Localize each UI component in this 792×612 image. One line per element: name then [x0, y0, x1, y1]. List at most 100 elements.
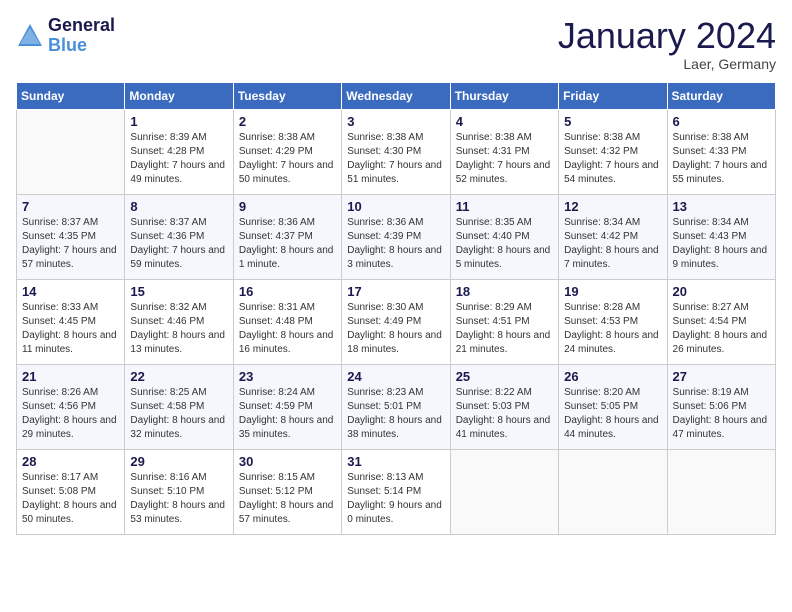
logo-icon [16, 22, 44, 50]
day-number: 9 [239, 199, 336, 214]
day-number: 5 [564, 114, 661, 129]
cell-details: Sunrise: 8:38 AMSunset: 4:33 PMDaylight:… [673, 131, 770, 187]
cell-details: Sunrise: 8:25 AMSunset: 4:58 PMDaylight:… [130, 386, 227, 442]
day-number: 6 [673, 114, 770, 129]
calendar-cell: 30 Sunrise: 8:15 AMSunset: 5:12 PMDayligh… [233, 449, 341, 534]
cell-details: Sunrise: 8:28 AMSunset: 4:53 PMDaylight:… [564, 301, 661, 357]
calendar-cell: 16Sunrise: 8:31 AMSunset: 4:48 PMDayligh… [233, 279, 341, 364]
calendar-cell: 7 Sunrise: 8:37 AMSunset: 4:35 PMDaylight… [17, 194, 125, 279]
cell-details: Sunrise: 8:16 AMSunset: 5:10 PMDaylight:… [130, 471, 227, 527]
calendar-header-row: SundayMondayTuesdayWednesdayThursdayFrid… [17, 82, 776, 109]
day-number: 26 [564, 369, 661, 384]
day-number: 20 [673, 284, 770, 299]
day-number: 22 [130, 369, 227, 384]
day-number: 17 [347, 284, 444, 299]
calendar-cell: 22 Sunrise: 8:25 AMSunset: 4:58 PMDayligh… [125, 364, 233, 449]
cell-details: Sunrise: 8:38 AMSunset: 4:32 PMDaylight:… [564, 131, 661, 187]
calendar-week-row: 14Sunrise: 8:33 AMSunset: 4:45 PMDayligh… [17, 279, 776, 364]
column-header-monday: Monday [125, 82, 233, 109]
cell-details: Sunrise: 8:29 AMSunset: 4:51 PMDaylight:… [456, 301, 553, 357]
logo-text: General Blue [48, 16, 115, 56]
calendar-cell: 24Sunrise: 8:23 AMSunset: 5:01 PMDayligh… [342, 364, 450, 449]
calendar-cell: 27Sunrise: 8:19 AMSunset: 5:06 PMDayligh… [667, 364, 775, 449]
calendar-cell: 21Sunrise: 8:26 AMSunset: 4:56 PMDayligh… [17, 364, 125, 449]
calendar-cell: 17 Sunrise: 8:30 AMSunset: 4:49 PMDayligh… [342, 279, 450, 364]
day-number: 29 [130, 454, 227, 469]
column-header-friday: Friday [559, 82, 667, 109]
day-number: 11 [456, 199, 553, 214]
cell-details: Sunrise: 8:20 AMSunset: 5:05 PMDaylight:… [564, 386, 661, 442]
calendar-cell: 2Sunrise: 8:38 AMSunset: 4:29 PMDaylight… [233, 109, 341, 194]
calendar-cell: 9 Sunrise: 8:36 AMSunset: 4:37 PMDaylight… [233, 194, 341, 279]
calendar-cell: 12 Sunrise: 8:34 AMSunset: 4:42 PMDayligh… [559, 194, 667, 279]
cell-details: Sunrise: 8:34 AMSunset: 4:43 PMDaylight:… [673, 216, 770, 272]
title-block: January 2024 Laer, Germany [558, 16, 776, 72]
calendar-cell: 19 Sunrise: 8:28 AMSunset: 4:53 PMDayligh… [559, 279, 667, 364]
cell-details: Sunrise: 8:37 AMSunset: 4:36 PMDaylight:… [130, 216, 227, 272]
calendar-cell: 8 Sunrise: 8:37 AMSunset: 4:36 PMDaylight… [125, 194, 233, 279]
calendar-cell: 26 Sunrise: 8:20 AMSunset: 5:05 PMDayligh… [559, 364, 667, 449]
cell-details: Sunrise: 8:15 AMSunset: 5:12 PMDaylight:… [239, 471, 336, 527]
calendar-cell: 14Sunrise: 8:33 AMSunset: 4:45 PMDayligh… [17, 279, 125, 364]
column-header-thursday: Thursday [450, 82, 558, 109]
day-number: 30 [239, 454, 336, 469]
cell-details: Sunrise: 8:34 AMSunset: 4:42 PMDaylight:… [564, 216, 661, 272]
calendar-week-row: 7 Sunrise: 8:37 AMSunset: 4:35 PMDaylight… [17, 194, 776, 279]
calendar-cell [17, 109, 125, 194]
cell-details: Sunrise: 8:23 AMSunset: 5:01 PMDaylight:… [347, 386, 444, 442]
day-number: 31 [347, 454, 444, 469]
day-number: 13 [673, 199, 770, 214]
month-title: January 2024 [558, 16, 776, 56]
day-number: 3 [347, 114, 444, 129]
day-number: 23 [239, 369, 336, 384]
cell-details: Sunrise: 8:36 AMSunset: 4:39 PMDaylight:… [347, 216, 444, 272]
column-header-saturday: Saturday [667, 82, 775, 109]
calendar-cell: 31Sunrise: 8:13 AMSunset: 5:14 PMDayligh… [342, 449, 450, 534]
cell-details: Sunrise: 8:17 AMSunset: 5:08 PMDaylight:… [22, 471, 119, 527]
day-number: 7 [22, 199, 119, 214]
calendar-cell: 11 Sunrise: 8:35 AMSunset: 4:40 PMDayligh… [450, 194, 558, 279]
day-number: 25 [456, 369, 553, 384]
calendar-cell: 10 Sunrise: 8:36 AMSunset: 4:39 PMDayligh… [342, 194, 450, 279]
day-number: 1 [130, 114, 227, 129]
calendar-week-row: 28Sunrise: 8:17 AMSunset: 5:08 PMDayligh… [17, 449, 776, 534]
cell-details: Sunrise: 8:24 AMSunset: 4:59 PMDaylight:… [239, 386, 336, 442]
calendar-cell: 18 Sunrise: 8:29 AMSunset: 4:51 PMDayligh… [450, 279, 558, 364]
cell-details: Sunrise: 8:37 AMSunset: 4:35 PMDaylight:… [22, 216, 119, 272]
logo: General Blue [16, 16, 115, 56]
day-number: 12 [564, 199, 661, 214]
cell-details: Sunrise: 8:30 AMSunset: 4:49 PMDaylight:… [347, 301, 444, 357]
day-number: 8 [130, 199, 227, 214]
cell-details: Sunrise: 8:19 AMSunset: 5:06 PMDaylight:… [673, 386, 770, 442]
cell-details: Sunrise: 8:32 AMSunset: 4:46 PMDaylight:… [130, 301, 227, 357]
cell-details: Sunrise: 8:26 AMSunset: 4:56 PMDaylight:… [22, 386, 119, 442]
day-number: 18 [456, 284, 553, 299]
cell-details: Sunrise: 8:38 AMSunset: 4:31 PMDaylight:… [456, 131, 553, 187]
day-number: 2 [239, 114, 336, 129]
calendar-cell: 5 Sunrise: 8:38 AMSunset: 4:32 PMDaylight… [559, 109, 667, 194]
calendar-cell: 4Sunrise: 8:38 AMSunset: 4:31 PMDaylight… [450, 109, 558, 194]
cell-details: Sunrise: 8:33 AMSunset: 4:45 PMDaylight:… [22, 301, 119, 357]
cell-details: Sunrise: 8:39 AMSunset: 4:28 PMDaylight:… [130, 131, 227, 187]
cell-details: Sunrise: 8:38 AMSunset: 4:30 PMDaylight:… [347, 131, 444, 187]
calendar-week-row: 21Sunrise: 8:26 AMSunset: 4:56 PMDayligh… [17, 364, 776, 449]
cell-details: Sunrise: 8:35 AMSunset: 4:40 PMDaylight:… [456, 216, 553, 272]
cell-details: Sunrise: 8:36 AMSunset: 4:37 PMDaylight:… [239, 216, 336, 272]
location: Laer, Germany [558, 56, 776, 72]
day-number: 19 [564, 284, 661, 299]
column-header-wednesday: Wednesday [342, 82, 450, 109]
calendar-cell: 6 Sunrise: 8:38 AMSunset: 4:33 PMDaylight… [667, 109, 775, 194]
calendar-cell [559, 449, 667, 534]
column-header-sunday: Sunday [17, 82, 125, 109]
calendar-cell: 25Sunrise: 8:22 AMSunset: 5:03 PMDayligh… [450, 364, 558, 449]
calendar-cell: 3 Sunrise: 8:38 AMSunset: 4:30 PMDaylight… [342, 109, 450, 194]
day-number: 16 [239, 284, 336, 299]
calendar-week-row: 1 Sunrise: 8:39 AMSunset: 4:28 PMDaylight… [17, 109, 776, 194]
calendar-cell: 15 Sunrise: 8:32 AMSunset: 4:46 PMDayligh… [125, 279, 233, 364]
calendar-cell: 13 Sunrise: 8:34 AMSunset: 4:43 PMDayligh… [667, 194, 775, 279]
cell-details: Sunrise: 8:27 AMSunset: 4:54 PMDaylight:… [673, 301, 770, 357]
day-number: 10 [347, 199, 444, 214]
calendar-cell: 28Sunrise: 8:17 AMSunset: 5:08 PMDayligh… [17, 449, 125, 534]
calendar-cell: 29 Sunrise: 8:16 AMSunset: 5:10 PMDayligh… [125, 449, 233, 534]
day-number: 15 [130, 284, 227, 299]
